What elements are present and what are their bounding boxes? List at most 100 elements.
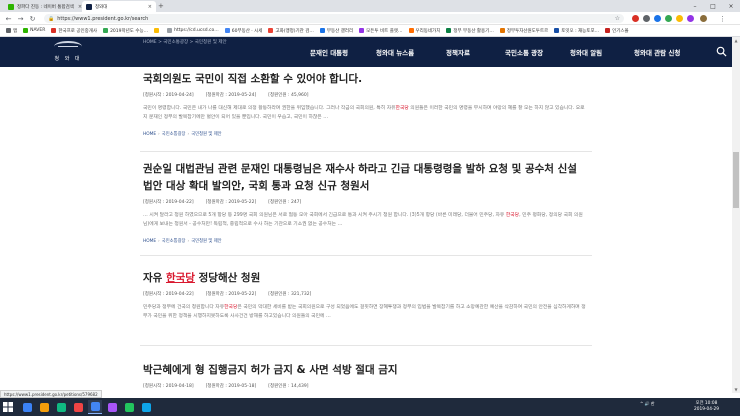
forward-icon[interactable]: →	[16, 14, 25, 23]
profile-avatar[interactable]	[700, 15, 707, 22]
nav-tour-request[interactable]: 청와대 관람 신청	[634, 37, 680, 67]
taskbar-app-icon[interactable]	[37, 400, 51, 414]
petition-title[interactable]: 박근혜에게 형 집행금지 허가 금지 & 사면 석방 절대 금지	[143, 362, 588, 379]
taskbar-clock[interactable]: 오전 10:08 2019-04-29	[694, 401, 719, 412]
bookmark-item[interactable]: 부동산 갤러리	[319, 28, 354, 34]
taskbar-app-icon[interactable]	[54, 400, 68, 414]
bookmark-label: 60부동산 · 시세	[231, 28, 263, 34]
search-icon[interactable]	[716, 46, 727, 57]
bookmark-item[interactable]: https://cd.ucsd.co…	[167, 28, 219, 33]
close-icon[interactable]: ×	[144, 4, 152, 10]
logo-text: 청 와 대	[54, 56, 82, 62]
petition-start: [청원시작 : 2019-04-24]	[143, 93, 194, 98]
petition-start: [청원시작 : 2019-04-22]	[143, 292, 194, 297]
petition-end: [청원마감 : 2019-05-24]	[205, 93, 257, 98]
bookmark-favicon-icon	[224, 28, 230, 33]
petition-title[interactable]: 권순일 대법관님 관련 문재인 대통령님은 재수사 하라고 긴급 대통령령을 발…	[143, 161, 588, 195]
bookmark-item[interactable]: 고화(맹정)기관 검…	[268, 28, 314, 34]
extension-icon[interactable]	[665, 15, 672, 22]
petition-meta: [청원시작 : 2019-04-18] [청원마감 : 2019-05-18] …	[143, 383, 588, 389]
blue-house-emblem-icon	[54, 41, 82, 52]
extension-icon[interactable]	[632, 15, 639, 22]
close-icon[interactable]: ×	[74, 4, 82, 10]
bookmark-item[interactable]: 한국프로 공인중개사	[51, 28, 97, 34]
petition-meta: [청원시작 : 2019-04-24] [청원마감 : 2019-05-24] …	[143, 92, 588, 98]
new-tab-icon[interactable]: +	[158, 2, 164, 10]
crumb-page-link[interactable]: 국민청원 및 제안	[191, 239, 221, 244]
bookmark-favicon-icon	[51, 28, 57, 33]
bookmark-label: 정부투자산원도투트르	[506, 28, 549, 34]
back-icon[interactable]: ←	[4, 14, 13, 23]
taskbar-app-icon[interactable]	[71, 400, 85, 414]
divider	[140, 345, 592, 346]
petition-end: [청원마감 : 2019-05-22]	[205, 200, 257, 205]
bookmark-item[interactable]: 우리동네가치	[408, 28, 440, 34]
crumb-section-link[interactable]: 국민소통광장	[162, 132, 186, 137]
bookmark-item[interactable]	[154, 28, 161, 33]
lock-icon: 🔒	[48, 15, 55, 22]
scroll-up-icon[interactable]: ▲	[732, 37, 740, 44]
bookmark-label: 부동산 갤러리	[326, 28, 354, 34]
bookmark-label: 인기스몰	[612, 28, 629, 34]
extension-icon[interactable]	[676, 15, 683, 22]
menu-icon[interactable]: ⋮	[718, 14, 727, 23]
bookmark-favicon-icon	[167, 28, 173, 33]
extension-icon[interactable]	[654, 15, 661, 22]
petition-title[interactable]: 국회의원도 국민이 직접 소환할 수 있어야 합니다.	[143, 71, 588, 88]
browser-tab-cheongwadae[interactable]: 청와대 ×	[82, 1, 156, 12]
bookmark-star-icon[interactable]: ☆	[615, 15, 620, 22]
tab-label: 정파다 진동 : 네이버 통합검색	[17, 4, 74, 10]
petition-breadcrumb: HOME › 국민소통광장 › 국민청원 및 제안	[143, 239, 222, 244]
nav-notice[interactable]: 청와대 알림	[570, 37, 602, 67]
extension-icon[interactable]	[687, 15, 694, 22]
system-tray[interactable]: ^ 🔊 한	[640, 401, 655, 407]
bookmark-label: 고화(맹정)기관 검…	[275, 28, 314, 34]
taskbar-app-icon[interactable]	[20, 400, 34, 414]
nav-president[interactable]: 문재인 대통령	[310, 37, 348, 67]
crumb-page-link[interactable]: 국민청원 및 제안	[191, 132, 221, 137]
bookmark-item[interactable]: 인기스몰	[605, 28, 629, 34]
cheongwadae-logo[interactable]: 청 와 대	[50, 40, 86, 64]
taskbar-app-icon[interactable]	[88, 400, 102, 414]
bookmark-favicon-icon	[554, 28, 560, 33]
scroll-thumb[interactable]	[733, 152, 739, 208]
text-segment: 민주당과 정부에 건국의 청원합니다 자유	[143, 305, 225, 310]
address-bar[interactable]: 🔒 https://www1.president.go.kr/search ☆	[44, 14, 624, 23]
scroll-down-icon[interactable]: ▼	[732, 386, 740, 393]
search-highlight: 한국당	[505, 213, 520, 218]
minimize-icon[interactable]: –	[686, 0, 704, 12]
header-breadcrumb: HOME > 국민소통광장 > 국민청원 및 제안	[143, 40, 227, 45]
close-window-icon[interactable]: ×	[722, 0, 740, 12]
windows-taskbar: ^ 🔊 한 오전 10:08 2019-04-29	[0, 398, 740, 416]
extension-icon[interactable]	[643, 15, 650, 22]
nav-newsroom[interactable]: 청와대 뉴스룸	[376, 37, 414, 67]
petition-start: [청원시작 : 2019-04-18]	[143, 384, 194, 389]
bookmark-item[interactable]: 60부동산 · 시세	[224, 28, 263, 34]
page-scrollbar[interactable]: ▲ ▼	[732, 37, 740, 393]
search-highlight: 한국당	[395, 106, 409, 111]
windows-start-icon[interactable]	[3, 402, 13, 412]
taskbar-app-icon[interactable]	[122, 400, 136, 414]
petition-count: [청원인원 : 14,439]	[268, 384, 309, 389]
maximize-icon[interactable]: □	[704, 0, 722, 12]
bookmark-item[interactable]: 정부투자산원도투트르	[499, 28, 549, 34]
bookmark-item[interactable]: 앱	[6, 28, 17, 34]
nav-communication-square[interactable]: 국민소통 광장	[505, 37, 543, 67]
nav-policy[interactable]: 정책자료	[446, 37, 470, 67]
bookmark-item[interactable]: 토잇오 : 재능토포…	[554, 28, 599, 34]
browser-tab-naver[interactable]: 정파다 진동 : 네이버 통합검색 ×	[4, 1, 82, 12]
bookmark-favicon-icon	[23, 28, 29, 33]
bookmark-item[interactable]: NAVER	[23, 28, 45, 33]
bookmark-label: 한국프로 공인중개사	[58, 28, 98, 34]
crumb-section-link[interactable]: 국민소통광장	[162, 239, 186, 244]
bookmark-item[interactable]: 모든투 비트 플렛…	[359, 28, 403, 34]
crumb-home-link[interactable]: HOME	[143, 132, 156, 137]
petition-breadcrumb: HOME › 국민소통광장 › 국민청원 및 제안	[143, 132, 222, 137]
bookmark-item[interactable]: 정부 부동산 활용기…	[446, 28, 494, 34]
crumb-home-link[interactable]: HOME	[143, 239, 156, 244]
taskbar-app-icon[interactable]	[139, 400, 153, 414]
taskbar-app-icon[interactable]	[105, 400, 119, 414]
petition-title[interactable]: 자유 한국당 정당해산 청원	[143, 270, 588, 287]
reload-icon[interactable]: ↻	[28, 14, 37, 23]
bookmark-item[interactable]: 2019학년도 수능…	[103, 28, 148, 34]
